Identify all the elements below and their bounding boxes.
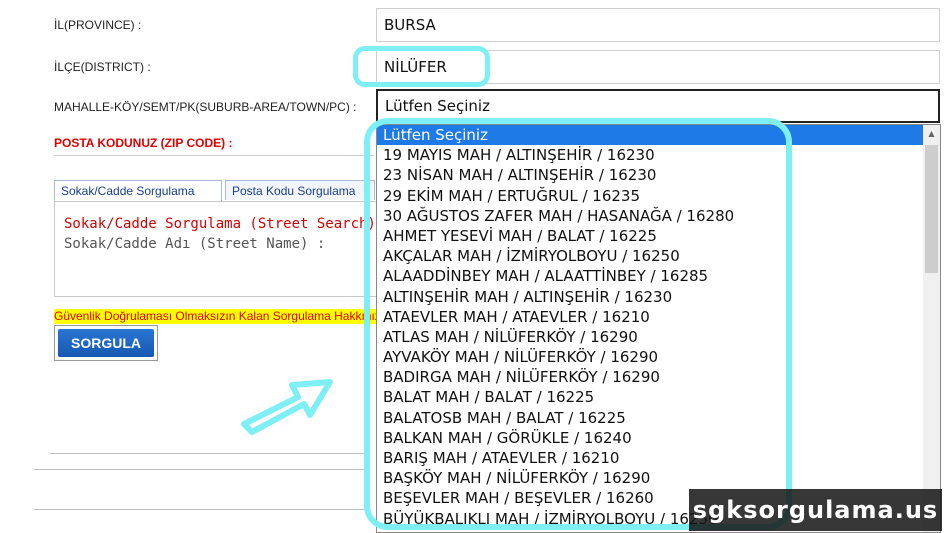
divider-line [34, 469, 370, 470]
province-field[interactable]: BURSA [376, 8, 940, 42]
zip-code-label: POSTA KODUNUZ (ZIP CODE) : [54, 136, 233, 150]
province-label: İL(PROVINCE) : [54, 18, 142, 32]
divider-line [50, 453, 370, 454]
dropdown-highlight-outline [364, 118, 792, 530]
district-highlight-outline [353, 46, 490, 87]
zip-divider [54, 155, 374, 156]
remaining-query-warning: Güvenlik Doğrulaması Olmaksızın Kalan So… [54, 309, 378, 324]
street-search-panel: Sokak/Cadde Sorgulama (Street Search) So… [54, 201, 384, 297]
dropdown-scrollbar[interactable]: ▲ [923, 125, 940, 532]
suburb-label: MAHALLE-KÖY/SEMT/PK(SUBURB-AREA/TOWN/PC)… [54, 100, 357, 114]
watermark-logo: sgksorgulama.us [689, 489, 942, 531]
district-label: İLÇE(DISTRICT) : [54, 60, 151, 74]
scroll-thumb[interactable] [925, 145, 938, 273]
tab-street-search[interactable]: Sokak/Cadde Sorgulama [54, 180, 222, 202]
scroll-up-icon[interactable]: ▲ [923, 125, 940, 142]
tab-zip-search[interactable]: Posta Kodu Sorgulama [225, 180, 375, 200]
query-button-frame: SORGULA [54, 325, 158, 361]
query-button[interactable]: SORGULA [58, 329, 154, 357]
divider-line [34, 509, 370, 510]
street-name-label: Sokak/Cadde Adı (Street Name) : [64, 236, 326, 252]
arrow-right-icon [241, 379, 333, 435]
street-search-title: Sokak/Cadde Sorgulama (Street Search) [64, 216, 376, 232]
